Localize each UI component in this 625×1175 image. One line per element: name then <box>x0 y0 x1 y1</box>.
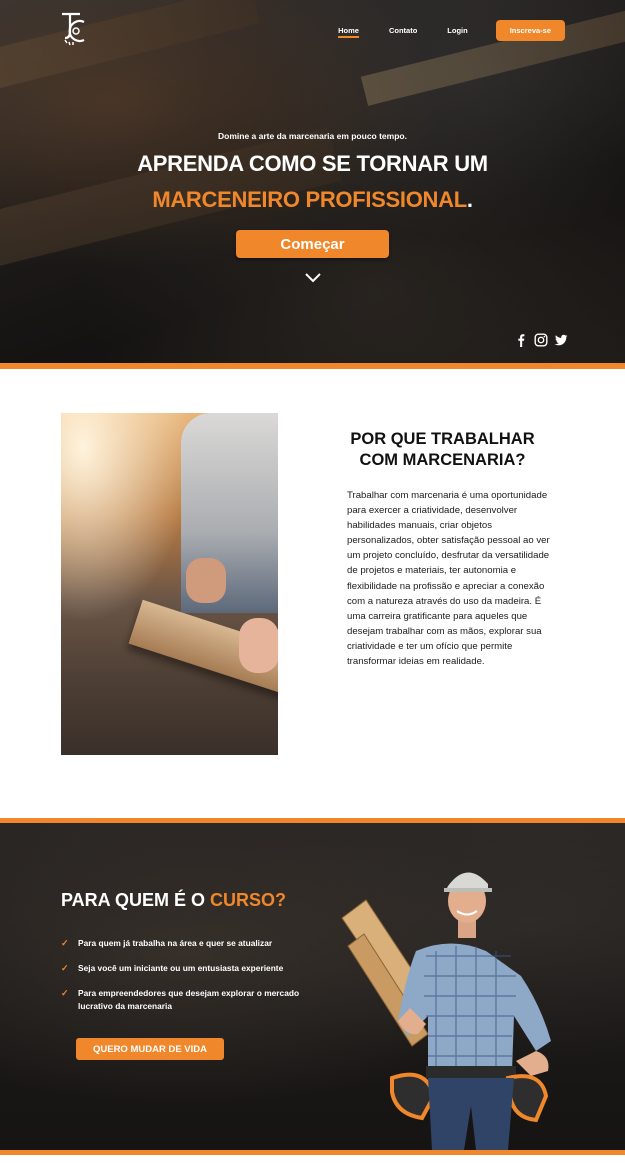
list-item: ✓ Para empreendedores que desejam explora… <box>61 987 331 1013</box>
list-item-label: Para quem já trabalha na área e quer se … <box>78 938 273 948</box>
hero-title-end: . <box>466 187 473 212</box>
audience-title-highlight: CURSO? <box>210 890 287 910</box>
facebook-icon[interactable] <box>514 333 528 347</box>
audience-list: ✓ Para quem já trabalha na área e quer se… <box>61 937 331 1025</box>
audience-title-start: PARA QUEM É O <box>61 890 211 910</box>
hero-title: APRENDA COMO SE TORNAR UM MARCENEIRO PRO… <box>0 146 625 218</box>
list-item-label: Seja você um iniciante ou um entusiasta … <box>78 963 284 973</box>
hero-section: Home Contato Login Inscreva-se Domine a … <box>0 0 625 363</box>
why-description: Trabalhar com marcenaria é uma oportunid… <box>347 490 550 668</box>
nav-contact-link[interactable]: Contato <box>389 26 417 35</box>
twitter-icon[interactable] <box>554 333 568 347</box>
chevron-down-icon[interactable] <box>304 272 322 284</box>
hero-subtitle: Domine a arte da marcenaria em pouco tem… <box>218 131 407 141</box>
photo-hand <box>239 618 278 673</box>
start-button[interactable]: Começar <box>236 230 389 258</box>
hero-title-line1: APRENDA COMO SE TORNAR UM <box>137 151 488 176</box>
checkmark-icon: ✓ <box>61 963 69 973</box>
hero-title-highlight: MARCENEIRO PROFISSIONAL <box>152 187 467 212</box>
carpenter-worker-image <box>341 872 551 1150</box>
carpenter-measuring-photo <box>61 413 278 755</box>
carpentry-logo[interactable] <box>58 10 88 46</box>
audience-divider-bottom <box>0 1150 625 1155</box>
photo-hand <box>186 558 226 603</box>
checkmark-icon: ✓ <box>61 938 69 948</box>
list-item: ✓ Para quem já trabalha na área e quer se… <box>61 937 331 950</box>
social-links <box>514 333 568 347</box>
change-life-button[interactable]: QUERO MUDAR DE VIDA <box>76 1038 224 1060</box>
list-item-label: Para empreendedores que desejam explorar… <box>78 988 300 1011</box>
nav-home-link[interactable]: Home <box>338 26 359 38</box>
instagram-icon[interactable] <box>534 333 548 347</box>
why-title: POR QUE TRABALHAR COM MARCENARIA? <box>350 430 535 469</box>
checkmark-icon: ✓ <box>61 988 69 998</box>
main-nav: Home Contato Login Inscreva-se <box>308 19 565 41</box>
nav-login-link[interactable]: Login <box>447 26 467 35</box>
audience-title: PARA QUEM É O CURSO? <box>61 890 286 911</box>
list-item: ✓ Seja você um iniciante ou um entusiasta… <box>61 962 331 975</box>
hero-divider <box>0 363 625 369</box>
signup-button[interactable]: Inscreva-se <box>495 19 565 41</box>
